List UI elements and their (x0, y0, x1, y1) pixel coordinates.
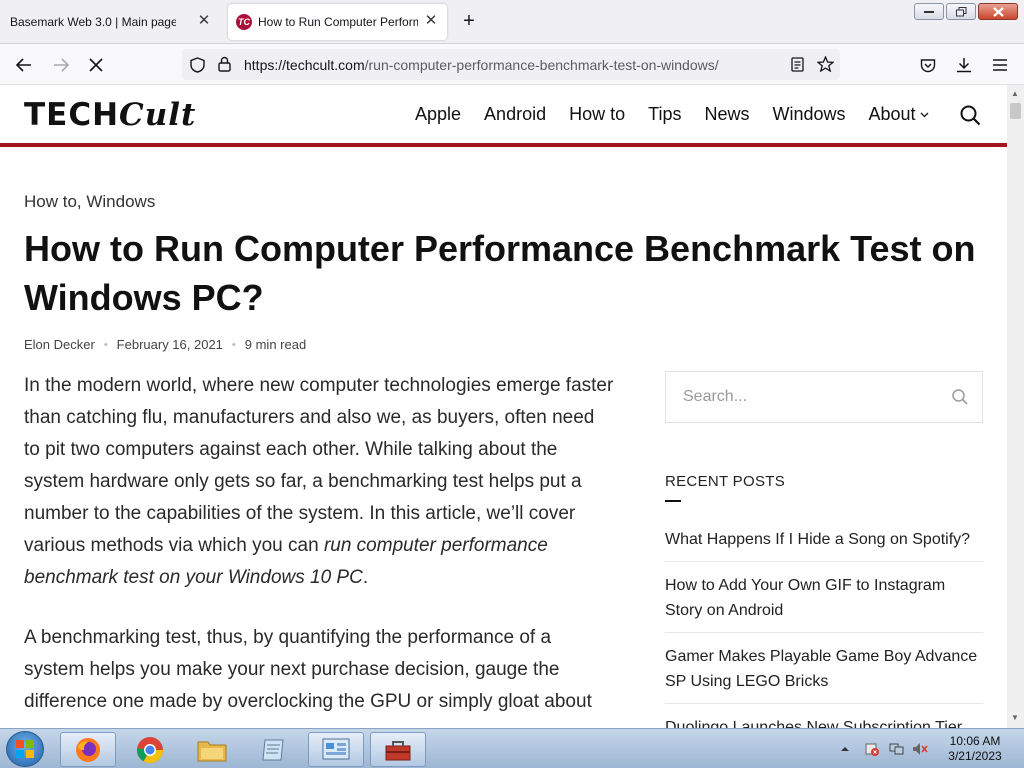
sidebar-search-button[interactable] (952, 389, 968, 410)
windows-taskbar: 10:06 AM 3/21/2023 (0, 728, 1024, 768)
chevron-down-icon (920, 112, 929, 118)
clock-time: 10:06 AM (949, 734, 1001, 748)
nav-android[interactable]: Android (484, 104, 546, 125)
recent-post-link[interactable]: What Happens If I Hide a Song on Spotify… (665, 524, 983, 562)
scroll-up-icon[interactable]: ▲ (1011, 89, 1019, 98)
recent-posts-heading: RECENT POSTS (665, 473, 786, 490)
techcult-favicon-icon: TC (236, 14, 252, 30)
taskbar-control-panel[interactable] (308, 732, 364, 767)
new-tab-button[interactable]: + (458, 11, 480, 31)
recent-post-link[interactable]: How to Add Your Own GIF to Instagram Sto… (665, 570, 983, 633)
close-window-button[interactable] (978, 3, 1018, 20)
menu-button[interactable] (989, 54, 1011, 76)
tab-strip: Basemark Web 3.0 | Main page ✕ TC How to… (0, 0, 1024, 44)
bookmark-star-icon[interactable] (817, 56, 834, 72)
scroll-down-icon[interactable]: ▼ (1011, 713, 1019, 722)
downloads-button[interactable] (953, 54, 975, 76)
network-icon[interactable] (888, 742, 904, 756)
chrome-icon (136, 736, 164, 763)
taskbar-firefox[interactable] (60, 732, 116, 767)
site-header: TECHCult Apple Android How to Tips News … (0, 85, 1007, 147)
article-categories[interactable]: How to, Windows (24, 192, 155, 212)
article-author[interactable]: Elon Decker (24, 337, 95, 352)
close-tab-icon[interactable]: ✕ (196, 13, 212, 29)
lock-icon[interactable] (218, 56, 231, 72)
reader-view-icon[interactable] (791, 57, 804, 72)
download-icon (957, 58, 971, 73)
sidebar-search-input[interactable] (683, 388, 933, 406)
back-button[interactable] (13, 54, 35, 76)
close-tab-icon[interactable]: ✕ (423, 13, 439, 29)
url-path: /run-computer-performance-benchmark-test… (364, 57, 719, 73)
tab-title: How to Run Computer Perform (258, 15, 418, 29)
pocket-icon (920, 58, 936, 72)
tab-basemark[interactable]: Basemark Web 3.0 | Main page ✕ (0, 4, 220, 40)
paragraph-text: In the modern world, where new computer … (24, 375, 614, 556)
nav-how-to[interactable]: How to (569, 104, 625, 125)
nav-tips[interactable]: Tips (648, 104, 681, 125)
clock-date: 3/21/2023 (948, 749, 1002, 763)
logo-tech: TECH (24, 97, 120, 133)
article-title: How to Run Computer Performance Benchmar… (24, 228, 976, 318)
minimize-button[interactable] (914, 3, 944, 20)
firefox-icon (76, 737, 100, 762)
url-text[interactable]: https://techcult.com/run-computer-perfor… (244, 57, 719, 73)
scroll-thumb[interactable] (1010, 103, 1021, 119)
tab-title: Basemark Web 3.0 | Main page (10, 15, 176, 29)
sidebar-search-box (665, 371, 983, 423)
taskbar-explorer[interactable] (184, 732, 240, 767)
back-arrow-icon (16, 58, 31, 72)
shield-icon[interactable] (190, 57, 205, 73)
recent-post-link[interactable]: Gamer Makes Playable Game Boy Advance SP… (665, 641, 983, 704)
logo-cult: Cult (119, 97, 197, 133)
recent-posts-list: What Happens If I Hide a Song on Spotify… (665, 524, 983, 757)
restore-button[interactable] (946, 3, 976, 20)
show-hidden-icons-icon[interactable] (840, 742, 856, 756)
page-scrollbar[interactable]: ▲ ▼ (1007, 85, 1024, 728)
url-bar[interactable]: https://techcult.com/run-computer-perfor… (182, 49, 840, 80)
action-center-icon[interactable] (864, 742, 880, 756)
pocket-button[interactable] (917, 54, 939, 76)
window-controls (914, 3, 1018, 20)
forward-arrow-icon (54, 58, 69, 72)
url-host: https://techcult.com (244, 57, 365, 73)
taskbar-notepad[interactable] (246, 732, 302, 767)
windows-logo-icon (16, 740, 34, 758)
folder-icon (197, 741, 227, 761)
article-read-time: 9 min read (244, 337, 307, 352)
heading-underline (665, 500, 681, 502)
hamburger-menu-icon (993, 59, 1007, 71)
techcult-logo[interactable]: TECHCult (24, 97, 196, 133)
taskbar-toolbox-app[interactable] (370, 732, 426, 767)
taskbar-chrome[interactable] (122, 732, 178, 767)
tab-techcult[interactable]: TC How to Run Computer Perform ✕ (228, 4, 447, 40)
volume-muted-icon[interactable] (912, 742, 928, 756)
nav-windows[interactable]: Windows (772, 104, 845, 125)
stop-icon (89, 58, 103, 72)
article-date: February 16, 2021 (116, 337, 223, 352)
paragraph-end: . (362, 567, 369, 588)
start-button[interactable] (6, 731, 44, 767)
search-icon (952, 389, 968, 405)
system-tray (840, 732, 936, 766)
nav-apple[interactable]: Apple (415, 104, 461, 125)
taskbar-clock[interactable]: 10:06 AM 3/21/2023 (940, 734, 1010, 764)
forward-button[interactable] (50, 54, 72, 76)
meta-separator: • (231, 338, 236, 351)
site-nav: Apple Android How to Tips News Windows A… (415, 104, 929, 125)
navigation-bar: https://techcult.com/run-computer-perfor… (0, 44, 1024, 85)
site-search-button[interactable] (960, 105, 981, 131)
stop-loading-button[interactable] (85, 54, 107, 76)
search-icon (960, 105, 981, 126)
nav-about[interactable]: About (869, 104, 916, 125)
nav-news[interactable]: News (704, 104, 749, 125)
toolbox-icon (385, 740, 411, 760)
article-paragraph: In the modern world, where new computer … (24, 370, 614, 594)
article-meta: Elon Decker • February 16, 2021 • 9 min … (24, 337, 306, 352)
meta-separator: • (103, 338, 108, 351)
control-panel-icon (322, 738, 350, 759)
notepad-icon (262, 739, 284, 760)
article-paragraph: A benchmarking test, thus, by quantifyin… (24, 627, 592, 712)
